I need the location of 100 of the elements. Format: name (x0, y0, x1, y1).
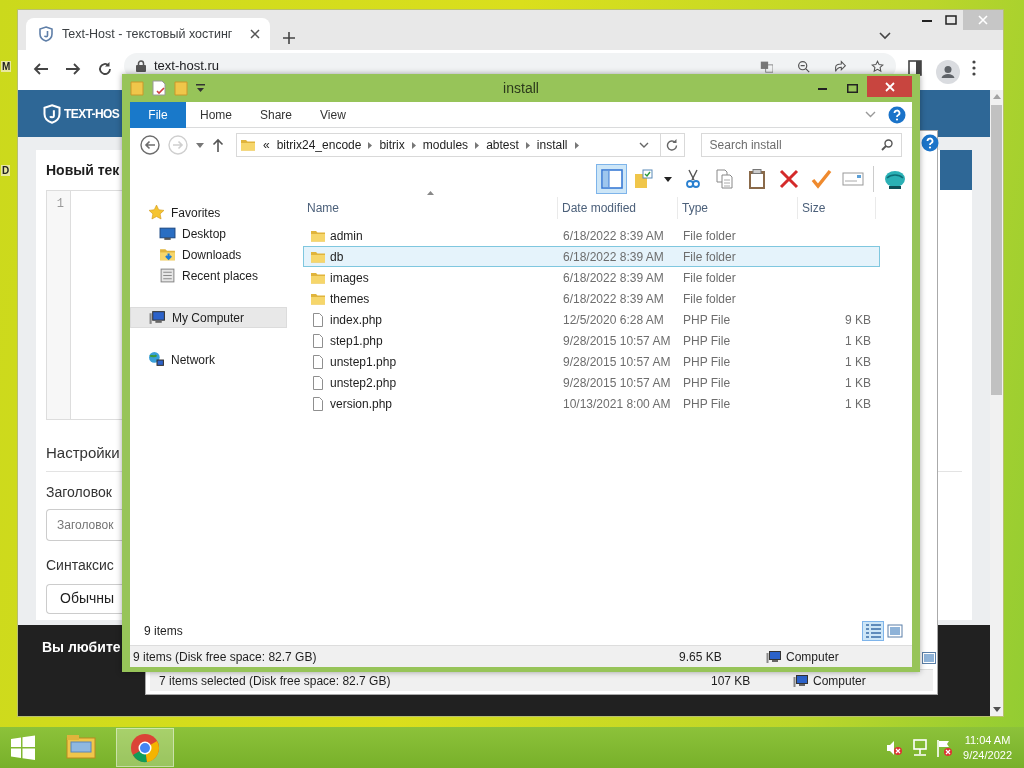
breadcrumb-item[interactable]: modules (422, 136, 469, 154)
nav-item[interactable]: My Computer (130, 307, 287, 328)
address-bar[interactable]: « bitrix24_encode bitrix modules abtest install (236, 133, 685, 157)
recent-locations-icon[interactable] (196, 142, 204, 148)
star-icon[interactable] (871, 59, 884, 73)
section-heading: Настройки (46, 444, 120, 461)
file-row[interactable]: step1.php 9/28/2015 10:57 AM PHP File 1 KB (303, 330, 880, 351)
scrollbar-thumb[interactable] (991, 105, 1002, 395)
scroll-down-icon[interactable] (992, 707, 1001, 712)
file-row[interactable]: themes 6/18/2022 8:39 AM File folder (303, 288, 880, 309)
browser-icon (129, 731, 161, 764)
file-row[interactable]: images 6/18/2022 8:39 AM File folder (303, 267, 880, 288)
shield-logo-icon[interactable] (42, 102, 62, 125)
chevron-down-icon[interactable] (879, 32, 891, 40)
search-icon[interactable] (881, 139, 893, 151)
file-name: version.php (330, 395, 393, 413)
view-icon[interactable] (922, 652, 936, 664)
minimize-icon (922, 18, 932, 22)
breadcrumb-overflow[interactable]: « (263, 136, 270, 154)
file-row[interactable]: db 6/18/2022 8:39 AM File folder (303, 246, 880, 267)
chevron-right-icon[interactable] (475, 141, 480, 149)
file-size: 1 KB (845, 333, 871, 348)
address-text[interactable]: text-host.ru (154, 59, 220, 73)
shield-icon (38, 26, 54, 42)
zoom-icon[interactable] (797, 59, 810, 73)
status-text: 9 items (Disk free space: 82.7 GB) (133, 649, 317, 664)
file-size: 1 KB (845, 375, 871, 390)
reload-icon[interactable] (96, 60, 114, 78)
close-button[interactable] (867, 76, 912, 97)
column-header[interactable]: Size (798, 197, 876, 219)
status-text: 107 KB (711, 673, 751, 688)
ribbon-tab[interactable]: Home (186, 101, 246, 128)
up-icon[interactable] (212, 138, 224, 152)
desktop-icon-label[interactable]: M (1, 61, 12, 72)
file-row[interactable]: admin 6/18/2022 8:39 AM File folder (303, 225, 880, 246)
item-count: 9 items (144, 623, 183, 640)
scrollbar[interactable] (990, 90, 1003, 716)
column-header[interactable]: Name (303, 197, 558, 219)
tab-title: Text-Host - текстовый хостинг (62, 25, 234, 43)
star-icon (148, 204, 165, 221)
breadcrumb-item[interactable]: install (536, 136, 568, 154)
share-icon[interactable] (834, 59, 847, 73)
copy-icon (713, 168, 736, 190)
ribbon-tab[interactable]: Share (246, 101, 307, 128)
file-row[interactable]: unstep2.php 9/28/2015 10:57 AM PHP File 1 KB (303, 372, 880, 393)
file-icon (310, 311, 326, 328)
nav-item[interactable]: Favorites (130, 202, 287, 223)
file-type: PHP File (683, 396, 731, 411)
file-row[interactable]: index.php 12/5/2020 6:28 AM PHP File 9 KB (303, 309, 880, 330)
flag-icon[interactable] (935, 738, 954, 757)
file-name: admin (330, 227, 363, 245)
nav-item[interactable]: Network (130, 349, 287, 370)
menu-icon[interactable] (972, 60, 976, 76)
desktop-icon-label[interactable]: D (1, 165, 11, 176)
file-icon (310, 374, 326, 391)
chevron-right-icon[interactable] (411, 141, 416, 149)
help-icon[interactable] (921, 134, 939, 152)
monitor-icon (159, 225, 176, 242)
network-icon (148, 351, 165, 368)
chevron-right-icon[interactable] (368, 141, 373, 149)
file-type: File folder (683, 249, 736, 264)
sidebar-icon[interactable] (908, 60, 922, 76)
file-icon (310, 332, 326, 349)
breadcrumb-item[interactable]: abtest (486, 136, 519, 154)
file-row[interactable]: version.php 10/13/2021 8:00 AM PHP File 1 KB (303, 393, 880, 414)
breadcrumb-item[interactable]: bitrix (379, 136, 405, 154)
column-header[interactable]: Date modified (558, 197, 678, 219)
dropdown-icon[interactable] (638, 142, 649, 148)
translate-icon[interactable] (760, 59, 773, 73)
file-row[interactable]: unstep1.php 9/28/2015 10:57 AM PHP File 1 KB (303, 351, 880, 372)
start-icon[interactable] (10, 734, 36, 761)
help-icon[interactable] (888, 105, 906, 124)
customize-caret-icon[interactable] (196, 84, 205, 92)
chevron-right-icon[interactable] (525, 141, 530, 149)
document-icon[interactable] (152, 80, 166, 96)
nav-item[interactable]: Downloads (130, 244, 287, 265)
line-number: 1 (55, 196, 64, 213)
chevron-right-icon[interactable] (574, 141, 579, 149)
browser-tab[interactable]: Text-Host - текстовый хостинг (26, 18, 270, 50)
taskbar-button[interactable] (116, 728, 174, 767)
breadcrumb-item[interactable]: bitrix24_encode (276, 136, 362, 154)
back-icon[interactable] (140, 135, 160, 155)
new-tab-icon[interactable] (282, 31, 296, 45)
column-header[interactable]: Type (678, 197, 798, 219)
refresh-icon[interactable] (666, 139, 679, 151)
file-date: 6/18/2022 8:39 AM (563, 228, 664, 243)
nav-item[interactable]: Recent places (130, 265, 287, 286)
nav-item[interactable]: Desktop (130, 223, 287, 244)
search-field[interactable]: Search install (700, 133, 902, 157)
view-button[interactable] (862, 621, 884, 641)
profile-icon[interactable] (936, 60, 960, 84)
expand-ribbon-icon[interactable] (865, 111, 876, 118)
title-field[interactable]: Заголовок (46, 508, 122, 541)
folder-download-icon (159, 246, 176, 263)
logo-text[interactable]: TEXT-HOS (64, 104, 120, 123)
document-icon (159, 267, 176, 284)
sort-icon[interactable] (427, 191, 434, 195)
close-icon[interactable] (250, 29, 260, 39)
ribbon-tab[interactable]: View (306, 101, 360, 128)
file-menu-tab[interactable]: File (130, 101, 186, 128)
